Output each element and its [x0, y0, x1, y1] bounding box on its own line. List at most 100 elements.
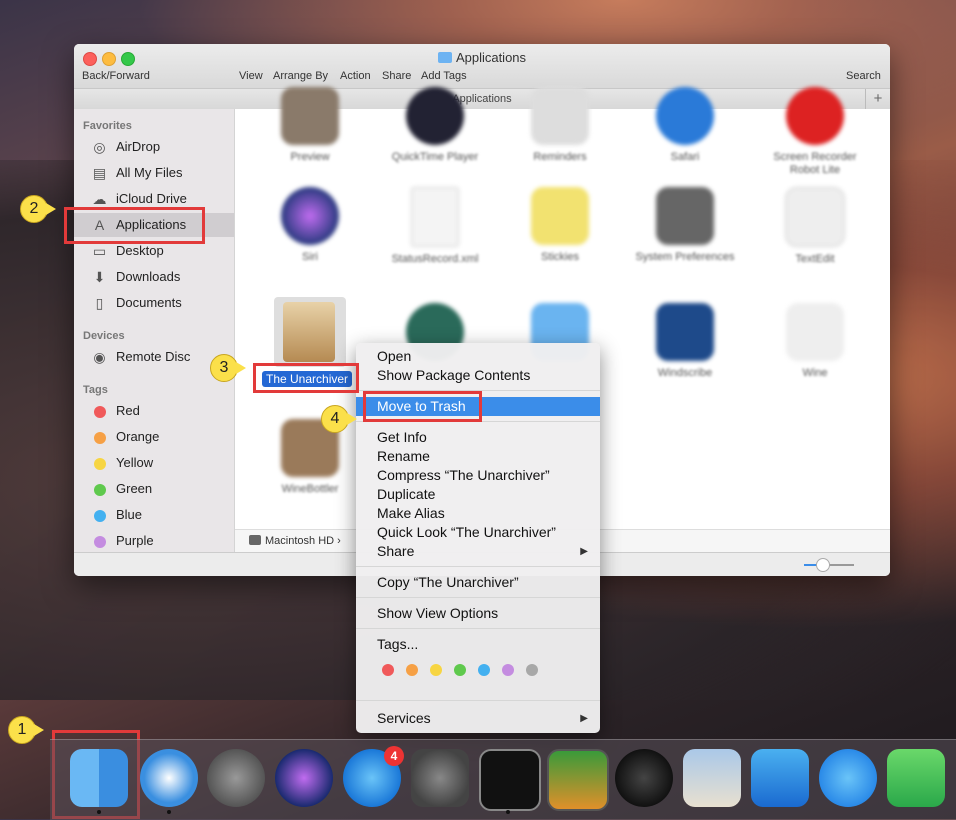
all-files-icon: ▤	[92, 165, 107, 181]
sidebar-item-airdrop[interactable]: ◎ AirDrop	[74, 135, 234, 159]
tag-red-icon[interactable]	[382, 664, 394, 676]
menu-item-show-package-contents[interactable]: Show Package Contents	[356, 366, 600, 385]
sidebar: Favorites ◎ AirDrop ▤ All My Files ☁ iCloud…	[74, 109, 235, 554]
view-button[interactable]: View	[239, 70, 263, 82]
running-indicator	[97, 810, 101, 814]
menu-item-duplicate[interactable]: Duplicate	[356, 485, 600, 504]
sidebar-tag-purple[interactable]: Purple	[74, 529, 234, 553]
callout-step-2: 2	[20, 195, 56, 223]
action-button[interactable]: Action	[340, 70, 371, 82]
quicktime-icon[interactable]	[615, 749, 673, 807]
path-macintosh-hd[interactable]: Macintosh HD	[265, 535, 334, 547]
menu-item-compress[interactable]: Compress “The Unarchiver”	[356, 466, 600, 485]
preview-icon[interactable]	[683, 749, 741, 807]
tag-blue-icon[interactable]	[478, 664, 490, 676]
menu-item-copy[interactable]: Copy “The Unarchiver”	[356, 573, 600, 592]
app-quicktime-player[interactable]: QuickTime Player	[380, 87, 490, 164]
tag-orange-icon[interactable]	[406, 664, 418, 676]
tag-dot-icon	[94, 432, 106, 444]
highlight-box-unarchiver	[253, 363, 359, 393]
notification-badge: 4	[384, 746, 404, 766]
back-forward-button[interactable]: Back/Forward	[82, 70, 150, 82]
sidebar-tag-orange[interactable]: Orange	[74, 425, 234, 449]
app-safari[interactable]: Safari	[630, 87, 740, 164]
sidebar-item-all-my-files[interactable]: ▤ All My Files	[74, 161, 234, 185]
quicktime-icon	[406, 87, 464, 145]
menu-separator	[356, 628, 600, 629]
wine-glass-icon	[786, 303, 844, 361]
submenu-arrow-icon: ▶	[580, 713, 588, 724]
airdrop-icon: ◎	[93, 139, 106, 155]
menu-item-services[interactable]: Services ▶	[356, 709, 600, 728]
mission-control-icon[interactable]	[547, 749, 609, 811]
arrange-by-button[interactable]: Arrange By	[273, 70, 328, 82]
tag-dot-icon	[94, 536, 106, 548]
facetime-icon[interactable]	[887, 749, 945, 807]
siri-icon[interactable]	[275, 749, 333, 807]
tag-green-icon[interactable]	[454, 664, 466, 676]
tag-gray-icon[interactable]	[526, 664, 538, 676]
app-statusrecord[interactable]: StatusRecord.xml	[380, 187, 490, 266]
sidebar-item-downloads[interactable]: ⬇ Downloads	[74, 265, 234, 289]
downloads-icon: ⬇	[93, 269, 106, 285]
sidebar-tag-red[interactable]: Red	[74, 399, 234, 423]
sidebar-tag-green[interactable]: Green	[74, 477, 234, 501]
tag-dot-icon	[94, 406, 106, 418]
sidebar-tag-yellow[interactable]: Yellow	[74, 451, 234, 475]
menu-item-make-alias[interactable]: Make Alias	[356, 504, 600, 523]
messages-icon[interactable]	[819, 749, 877, 807]
menu-item-tags[interactable]: Tags...	[356, 635, 600, 654]
disc-icon: ◉	[93, 349, 106, 365]
add-tags-button[interactable]: Add Tags	[421, 70, 467, 82]
running-indicator	[506, 810, 510, 814]
app-wine[interactable]: Wine	[760, 303, 870, 380]
window-title: Applications	[74, 50, 890, 65]
menu-item-quick-look[interactable]: Quick Look “The Unarchiver”	[356, 523, 600, 542]
tag-dot-icon	[94, 484, 106, 496]
unarchiver-icon[interactable]	[283, 302, 335, 362]
app-stickies[interactable]: Stickies	[505, 187, 615, 264]
app-preview[interactable]: Preview	[255, 87, 365, 164]
sidebar-tag-blue[interactable]: Blue	[74, 503, 234, 527]
slider-knob[interactable]	[816, 558, 830, 572]
share-button[interactable]: Share	[382, 70, 411, 82]
menu-item-show-view-options[interactable]: Show View Options	[356, 604, 600, 623]
textedit-icon	[785, 187, 845, 247]
favorites-heading: Favorites	[83, 120, 132, 132]
app-siri[interactable]: Siri	[255, 187, 365, 264]
menu-item-get-info[interactable]: Get Info	[356, 428, 600, 447]
xml-file-icon	[411, 187, 459, 247]
recorder-icon	[786, 87, 844, 145]
tag-purple-icon[interactable]	[502, 664, 514, 676]
xcode-icon[interactable]	[751, 749, 809, 807]
gear-icon	[656, 187, 714, 245]
path-separator: ›	[337, 535, 341, 547]
app-screen-recorder[interactable]: Screen Recorder Robot Lite	[760, 87, 870, 177]
app-winebottler[interactable]: WineBottler	[255, 419, 365, 496]
finder-icon[interactable]	[70, 749, 128, 807]
menu-separator	[356, 700, 600, 701]
app-reminders[interactable]: Reminders	[505, 87, 615, 164]
app-windscribe[interactable]: Windscribe	[630, 303, 740, 380]
folder-icon	[437, 52, 452, 63]
app-textedit[interactable]: TextEdit	[760, 187, 870, 266]
search-button[interactable]: Search	[846, 70, 881, 82]
menu-item-share[interactable]: Share ▶	[356, 542, 600, 561]
activity-monitor-icon[interactable]	[479, 749, 541, 811]
system-preferences-icon[interactable]	[411, 749, 469, 807]
safari-icon[interactable]	[140, 749, 198, 807]
tag-dot-icon	[94, 458, 106, 470]
safari-icon	[656, 87, 714, 145]
menu-item-rename[interactable]: Rename	[356, 447, 600, 466]
sidebar-item-documents[interactable]: ▯ Documents	[74, 291, 234, 315]
menu-separator	[356, 566, 600, 567]
app-system-preferences[interactable]: System Preferences	[630, 187, 740, 264]
launchpad-icon[interactable]	[207, 749, 265, 807]
hard-disk-icon	[249, 535, 261, 545]
tag-yellow-icon[interactable]	[430, 664, 442, 676]
running-indicator	[167, 810, 171, 814]
title-bar: Applications Back/Forward View Arrange B…	[74, 44, 890, 89]
menu-item-open[interactable]: Open	[356, 347, 600, 366]
highlight-box-applications	[64, 207, 205, 244]
callout-step-4: 4	[321, 405, 357, 433]
